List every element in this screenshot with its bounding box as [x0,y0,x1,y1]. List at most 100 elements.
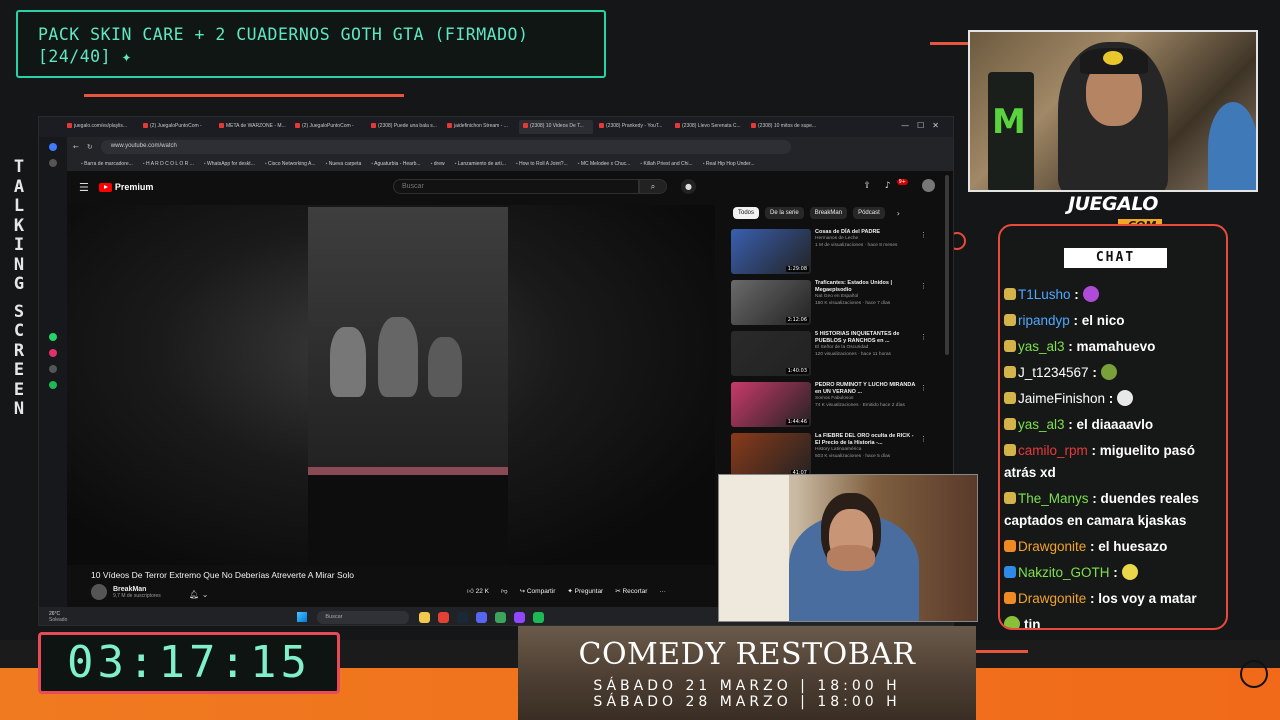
weather-condition: Soleado [49,617,68,623]
scrollbar[interactable] [945,175,949,355]
more-options-icon[interactable]: ⋮ [920,384,927,392]
xbox-icon[interactable] [495,611,507,623]
create-icon[interactable]: ⇪ [863,181,871,191]
browser-tab[interactable]: (2) JuegaloPuntoCom - [139,120,213,134]
video-thumbnail[interactable]: 41:07 [731,433,811,478]
star-icon[interactable] [49,159,57,167]
dislike-button[interactable]: 👎︎ [501,587,508,595]
chat-username[interactable]: T1Lusho [1018,287,1071,302]
video-player[interactable] [67,205,715,565]
folder-icon[interactable] [419,611,431,623]
chat-username[interactable]: Nakzito_GOTH [1018,565,1110,580]
tiktok-icon[interactable] [49,365,57,373]
bookmark-item[interactable]: Barra de marcadore... [81,161,133,167]
filter-chip[interactable]: Todos [733,207,760,219]
mic-icon[interactable]: ● [681,179,696,194]
tab-label: (2) JuegaloPuntoCom - [302,123,354,129]
recommendation-item[interactable]: 1:40:03 5 HISTORIAS INQUIETANTES de PUEBL… [731,331,927,380]
more-options-icon[interactable]: ⋮ [920,231,927,239]
clip-button[interactable]: ✂ Recortar [615,587,647,595]
chat-separator: : [1070,287,1083,302]
weather-widget[interactable]: 26°C Soleado [49,611,67,623]
recommendation-item[interactable]: 2:12:06 Traficantes: Estados Unidos | Meg… [731,280,927,329]
more-options-icon[interactable]: ⋮ [920,333,927,341]
bookmark-item[interactable]: Killah Priest and Chi... [640,161,692,167]
chat-text: el huesazo [1098,539,1168,554]
video-thumbnail[interactable]: 1:40:03 [731,331,811,376]
vertical-letter: K [13,215,25,236]
recommendation-item[interactable]: 1:29:08 Cosas de DÍA del PADRE Hermanos de… [731,229,927,278]
chat-username[interactable]: J_t1234567 [1018,365,1089,380]
window-controls[interactable]: —☐✕ [901,121,947,130]
browser-tab[interactable]: (2308) 10 Videos De T... [519,120,593,134]
chat-text: los voy a matar [1098,591,1197,606]
recommendation-item[interactable]: 1:44:46 PEDRO RUMINOT Y LUCHO MIRANDA en … [731,382,927,431]
like-button[interactable]: 👍︎ 22 K [467,587,489,595]
menu-icon[interactable]: ☰ [79,181,89,194]
video-thumbnail[interactable]: 1:44:46 [731,382,811,427]
reload-icon[interactable]: ↻ [87,143,93,151]
browser-tab[interactable]: (2308) 10 mitos de supe... [747,120,821,134]
youtube-header-actions: ⇪ ♪ 9+ [863,178,935,192]
twitch-icon[interactable] [514,611,526,623]
bookmark-item[interactable]: Real Hip Hop Under... [703,161,755,167]
recommendation-info: 5 HISTORIAS INQUIETANTES de PUEBLOS y RA… [815,331,919,380]
filter-chip[interactable]: Pódcast [853,207,885,219]
share-button[interactable]: ↪ Compartir [520,587,556,595]
youtube-logo[interactable]: Premium [98,182,153,192]
bookmark-item[interactable]: How to Roll A Joint?... [516,161,568,167]
browser-tab[interactable]: (2308) Prankedy - YouT... [595,120,669,134]
chat-username[interactable]: yas_al3 [1018,339,1065,354]
more-icon[interactable]: ··· [659,588,666,595]
more-options-icon[interactable]: ⋮ [920,282,927,290]
video-thumbnail[interactable]: 2:12:06 [731,280,811,325]
subscribe-bell-icon[interactable]: 🔔︎ ⌄ [189,590,208,599]
chat-username[interactable]: The_Manys [1018,491,1089,506]
bookmark-item[interactable]: Lanzamiento de arti... [455,161,506,167]
filter-chip[interactable]: BreakMan [809,207,848,219]
bookmark-item[interactable]: Nueva carpeta [326,161,362,167]
chat-username[interactable]: ripandyp [1018,313,1070,328]
bookmark-item[interactable]: H A R D C O L O R ... [143,161,194,167]
chat-username[interactable]: camilo_rpm [1018,443,1088,458]
browser-sidebar [39,137,67,607]
browser-tab[interactable]: (2308) Llevo Serenata C... [671,120,745,134]
browser-tab[interactable]: (2308) Puede una bala s... [367,120,441,134]
channel-avatar[interactable] [91,584,107,600]
chevron-right-icon[interactable]: › [897,209,900,218]
filter-chip[interactable]: De la serie [765,207,804,219]
more-options-icon[interactable]: ⋮ [920,435,927,443]
chat-username[interactable]: yas_al3 [1018,417,1065,432]
whatsapp-icon[interactable] [49,333,57,341]
search-input[interactable]: Buscar [393,179,639,194]
chat-username[interactable]: JaimeFinishon [1018,391,1105,406]
browser-tab[interactable]: jaidefinichon Stream - ... [443,120,517,134]
bookmark-item[interactable]: drew [431,161,445,167]
chat-username[interactable]: Drawgonite [1018,539,1086,554]
spotify-taskbar-icon[interactable] [533,611,545,623]
chat-username[interactable]: Drawgonite [1018,591,1086,606]
avatar[interactable] [922,179,935,192]
discord-icon[interactable] [476,611,488,623]
back-icon[interactable]: ← [73,143,79,151]
channel-name[interactable]: BreakMan [113,586,161,593]
steam-icon[interactable] [457,611,469,623]
taskbar-search[interactable]: Buscar [317,610,410,624]
bookmark-item[interactable]: MC Melodee x Chuc... [578,161,630,167]
search-icon[interactable]: ⌕ [639,179,667,194]
browser-tab[interactable]: META de WARZONE - M... [215,120,289,134]
instagram-icon[interactable] [49,349,57,357]
bell-icon[interactable]: ♪ [885,181,891,191]
video-thumbnail[interactable]: 1:29:08 [731,229,811,274]
bookmark-item[interactable]: Cisco Networking A... [265,161,316,167]
browser-tab[interactable]: juegalo.com/es/playlis... [63,120,137,134]
url-input[interactable]: www.youtube.com/watch [100,140,791,154]
home-icon[interactable] [49,143,57,151]
spotify-icon[interactable] [49,381,57,389]
browser-tab[interactable]: (2) JuegaloPuntoCom - [291,120,365,134]
ask-button[interactable]: ✦ Preguntar [567,587,603,595]
bookmark-item[interactable]: Aguaturbia - Hearb... [371,161,420,167]
opera-icon[interactable] [438,611,450,623]
windows-start-icon[interactable] [297,612,308,622]
bookmark-item[interactable]: WhatsApp for deskt... [204,161,255,167]
